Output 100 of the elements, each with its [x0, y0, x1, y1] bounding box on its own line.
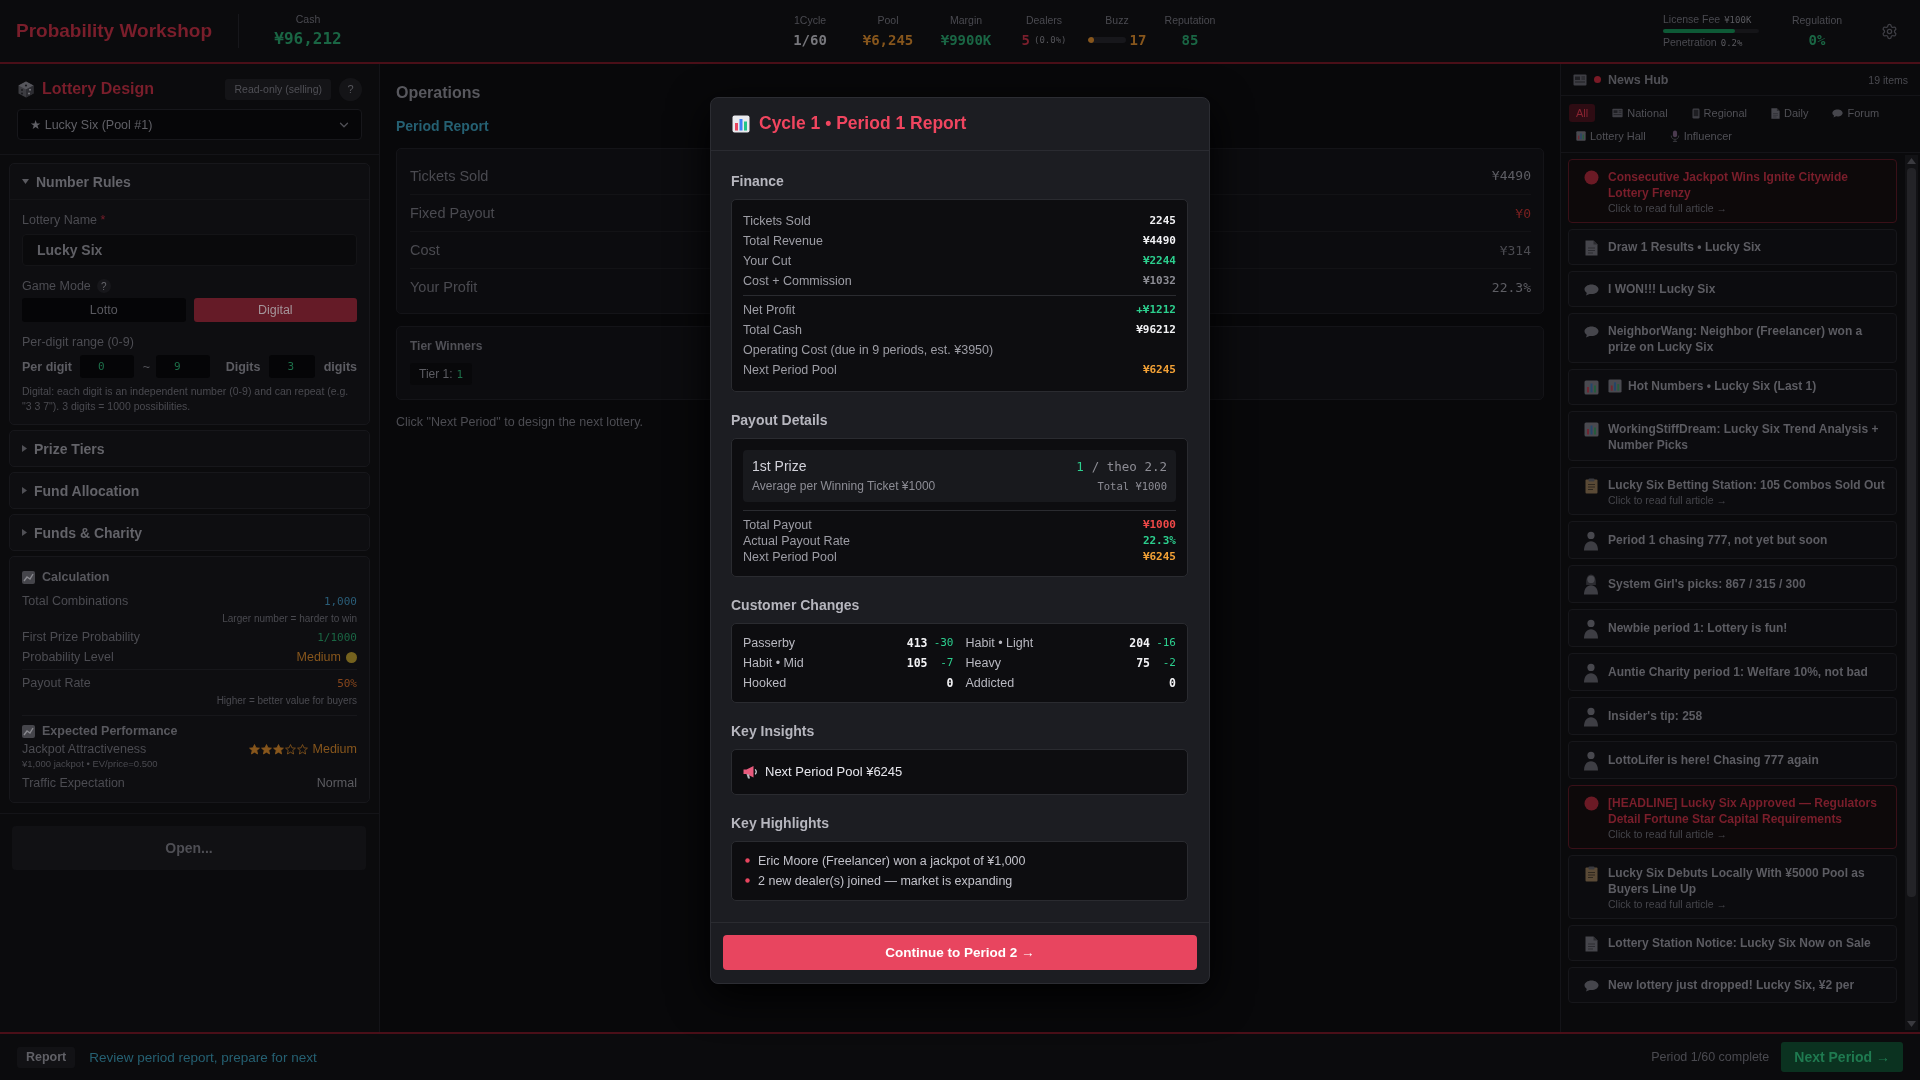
news-item[interactable]: [HEADLINE] Lucky Six Approved — Regulators Detail Fortune Star Capital Requirements Click to read full article →: [1568, 785, 1897, 849]
filter-tab[interactable]: Regional: [1684, 104, 1754, 122]
calc-label: Probability Level: [22, 650, 114, 664]
filter-tab[interactable]: Lottery Hall: [1569, 127, 1653, 145]
star-icon: [248, 743, 260, 755]
news-item[interactable]: New lottery just dropped! Lucky Six, ¥2 per: [1568, 967, 1897, 1003]
news-item[interactable]: Lottery Station Notice: Lucky Six Now on Sale: [1568, 925, 1897, 961]
calc-label: Total Combinations: [22, 594, 129, 608]
field-label: Game Mode: [22, 278, 91, 294]
row-value: ¥0: [1515, 205, 1531, 221]
news-item[interactable]: NeighborWang: Neighbor (Freelancer) won a prize on Lucky Six: [1568, 313, 1897, 363]
help-button[interactable]: ?: [339, 77, 362, 101]
stat-note: (0.0%): [1033, 34, 1067, 45]
news-item[interactable]: Hot Numbers • Lucky Six (Last 1): [1568, 369, 1897, 405]
stat-value: ¥6,245: [862, 30, 914, 49]
stat-label: Margin: [949, 13, 983, 27]
person-icon: [1583, 706, 1599, 727]
news-title: I WON!!! Lucky Six: [1608, 281, 1716, 297]
news-item[interactable]: Draw 1 Results • Lucky Six: [1568, 229, 1897, 265]
stat-value: 0%: [1808, 30, 1826, 49]
person-icon: [1583, 530, 1599, 551]
filter-tab[interactable]: All: [1569, 104, 1596, 122]
report-subtitle: Period Report: [396, 117, 489, 135]
filter-tab[interactable]: Daily: [1764, 104, 1816, 122]
news-item[interactable]: Consecutive Jackpot Wins Ignite Citywide Lottery Frenzy Click to read full article →: [1568, 159, 1897, 223]
prize-count: 1: [1076, 458, 1084, 474]
segment-label: Addicted: [965, 675, 1015, 690]
row-value: ¥6245: [1142, 550, 1176, 563]
stat-label: Regulation: [1791, 13, 1843, 27]
news-title: [HEADLINE] Lucky Six Approved — Regulators Detail Fortune Star Capital Requirements: [1608, 795, 1878, 827]
document-icon: [1584, 935, 1598, 952]
news-title: Lucky Six Betting Station: 105 Combos Sold Out: [1608, 477, 1885, 493]
mode-button[interactable]: Lotto: [22, 298, 186, 322]
segment-delta: -30: [933, 636, 954, 649]
news-title: NeighborWang: Neighbor (Freelancer) won a prize on Lucky Six: [1608, 323, 1864, 355]
row-label: Total Cash: [743, 322, 803, 337]
segment-count: 105: [906, 655, 928, 670]
digits-label: Digits: [225, 359, 261, 374]
filter-tab[interactable]: National: [1605, 104, 1675, 122]
row-label: Cost + Commission: [743, 273, 852, 288]
next-period-button[interactable]: Next Period →: [1781, 1042, 1903, 1072]
section-heading: Key Insights: [731, 721, 815, 741]
row-value: ¥2244: [1142, 254, 1176, 267]
bar-chart-icon: [732, 114, 750, 133]
section-header[interactable]: Funds & Charity: [9, 514, 370, 551]
item-count: 19 items: [1868, 73, 1908, 86]
dot-icon: [1583, 796, 1599, 811]
read-more-link[interactable]: Click to read full article →: [1608, 827, 1728, 841]
filter-tab[interactable]: Influencer: [1662, 127, 1739, 145]
calc-value: Normal: [316, 776, 357, 790]
news-item[interactable]: Period 1 chasing 777, not yet but soon: [1568, 521, 1897, 559]
news-item[interactable]: WorkingStiffDream: Lucky Six Trend Analysis + Number Picks: [1568, 411, 1897, 461]
news-item[interactable]: LottoLifer is here! Chasing 777 again: [1568, 741, 1897, 779]
calc-hint: Higher = better value for buyers: [216, 694, 357, 708]
scrollbar[interactable]: [1905, 155, 1918, 1030]
insight-text: Next Period Pool ¥6245: [765, 764, 903, 779]
stat-value: 17: [1129, 30, 1147, 49]
settings-icon[interactable]: [1881, 22, 1898, 40]
continue-button[interactable]: Continue to Period 2 →: [723, 934, 1197, 970]
news-item[interactable]: Insider's tip: 258: [1568, 697, 1897, 735]
section-title: Operations: [396, 84, 481, 102]
section-heading: Finance: [731, 171, 784, 191]
dialog-title: Cycle 1 • Period 1 Report: [759, 113, 967, 134]
newspaper-icon: [1573, 73, 1587, 86]
lottery-select[interactable]: ★ Lucky Six (Pool #1): [17, 109, 362, 140]
row-label: Fixed Payout: [410, 205, 495, 221]
bar-chart-icon: [1583, 422, 1599, 437]
section-header[interactable]: Fund Allocation: [9, 472, 370, 509]
per-digit-label: Per digit: [22, 359, 72, 374]
filter-tab[interactable]: Forum: [1825, 104, 1887, 122]
prize-theoretical: / theo 2.2: [1091, 458, 1167, 474]
digits-input[interactable]: 3: [269, 355, 315, 378]
app-title: Probability Workshop: [16, 20, 212, 42]
row-label: Total Revenue: [743, 233, 823, 248]
newspaper-icon: [1612, 108, 1624, 118]
calc-label: First Prize Probability: [22, 630, 141, 644]
clipboard-icon: [1584, 865, 1598, 882]
range-min-input[interactable]: 0: [80, 355, 134, 378]
calc-label: Jackpot Attractiveness: [22, 742, 147, 756]
segment-count: 413: [906, 635, 928, 650]
range-max-input[interactable]: 9: [156, 355, 210, 378]
name-input[interactable]: Lucky Six: [22, 234, 357, 266]
news-item[interactable]: Auntie Charity period 1: Welfare 10%, not bad: [1568, 653, 1897, 691]
news-item[interactable]: I WON!!! Lucky Six: [1568, 271, 1897, 307]
news-item[interactable]: System Girl's picks: 867 / 315 / 300: [1568, 565, 1897, 603]
dice-icon: [18, 80, 34, 98]
section-header[interactable]: Prize Tiers: [9, 430, 370, 467]
mode-badge: Report: [17, 1046, 76, 1068]
panel-title: News Hub: [1608, 72, 1669, 87]
stat-value: ¥9900K: [940, 30, 992, 49]
calc-value: 50%: [337, 676, 357, 690]
row-label: Next Period Pool: [743, 549, 837, 564]
help-button[interactable]: ?: [96, 279, 111, 293]
stat-value: ¥100K: [1724, 14, 1752, 25]
read-more-link[interactable]: Click to read full article →: [1608, 201, 1728, 215]
news-item[interactable]: Newbie period 1: Lottery is fun!: [1568, 609, 1897, 647]
mode-button[interactable]: Digital: [193, 298, 357, 322]
news-title: Lottery Station Notice: Lucky Six Now on Sale: [1608, 935, 1871, 951]
segment-label: Heavy: [965, 655, 1001, 670]
section-header[interactable]: Number Rules: [10, 164, 369, 200]
